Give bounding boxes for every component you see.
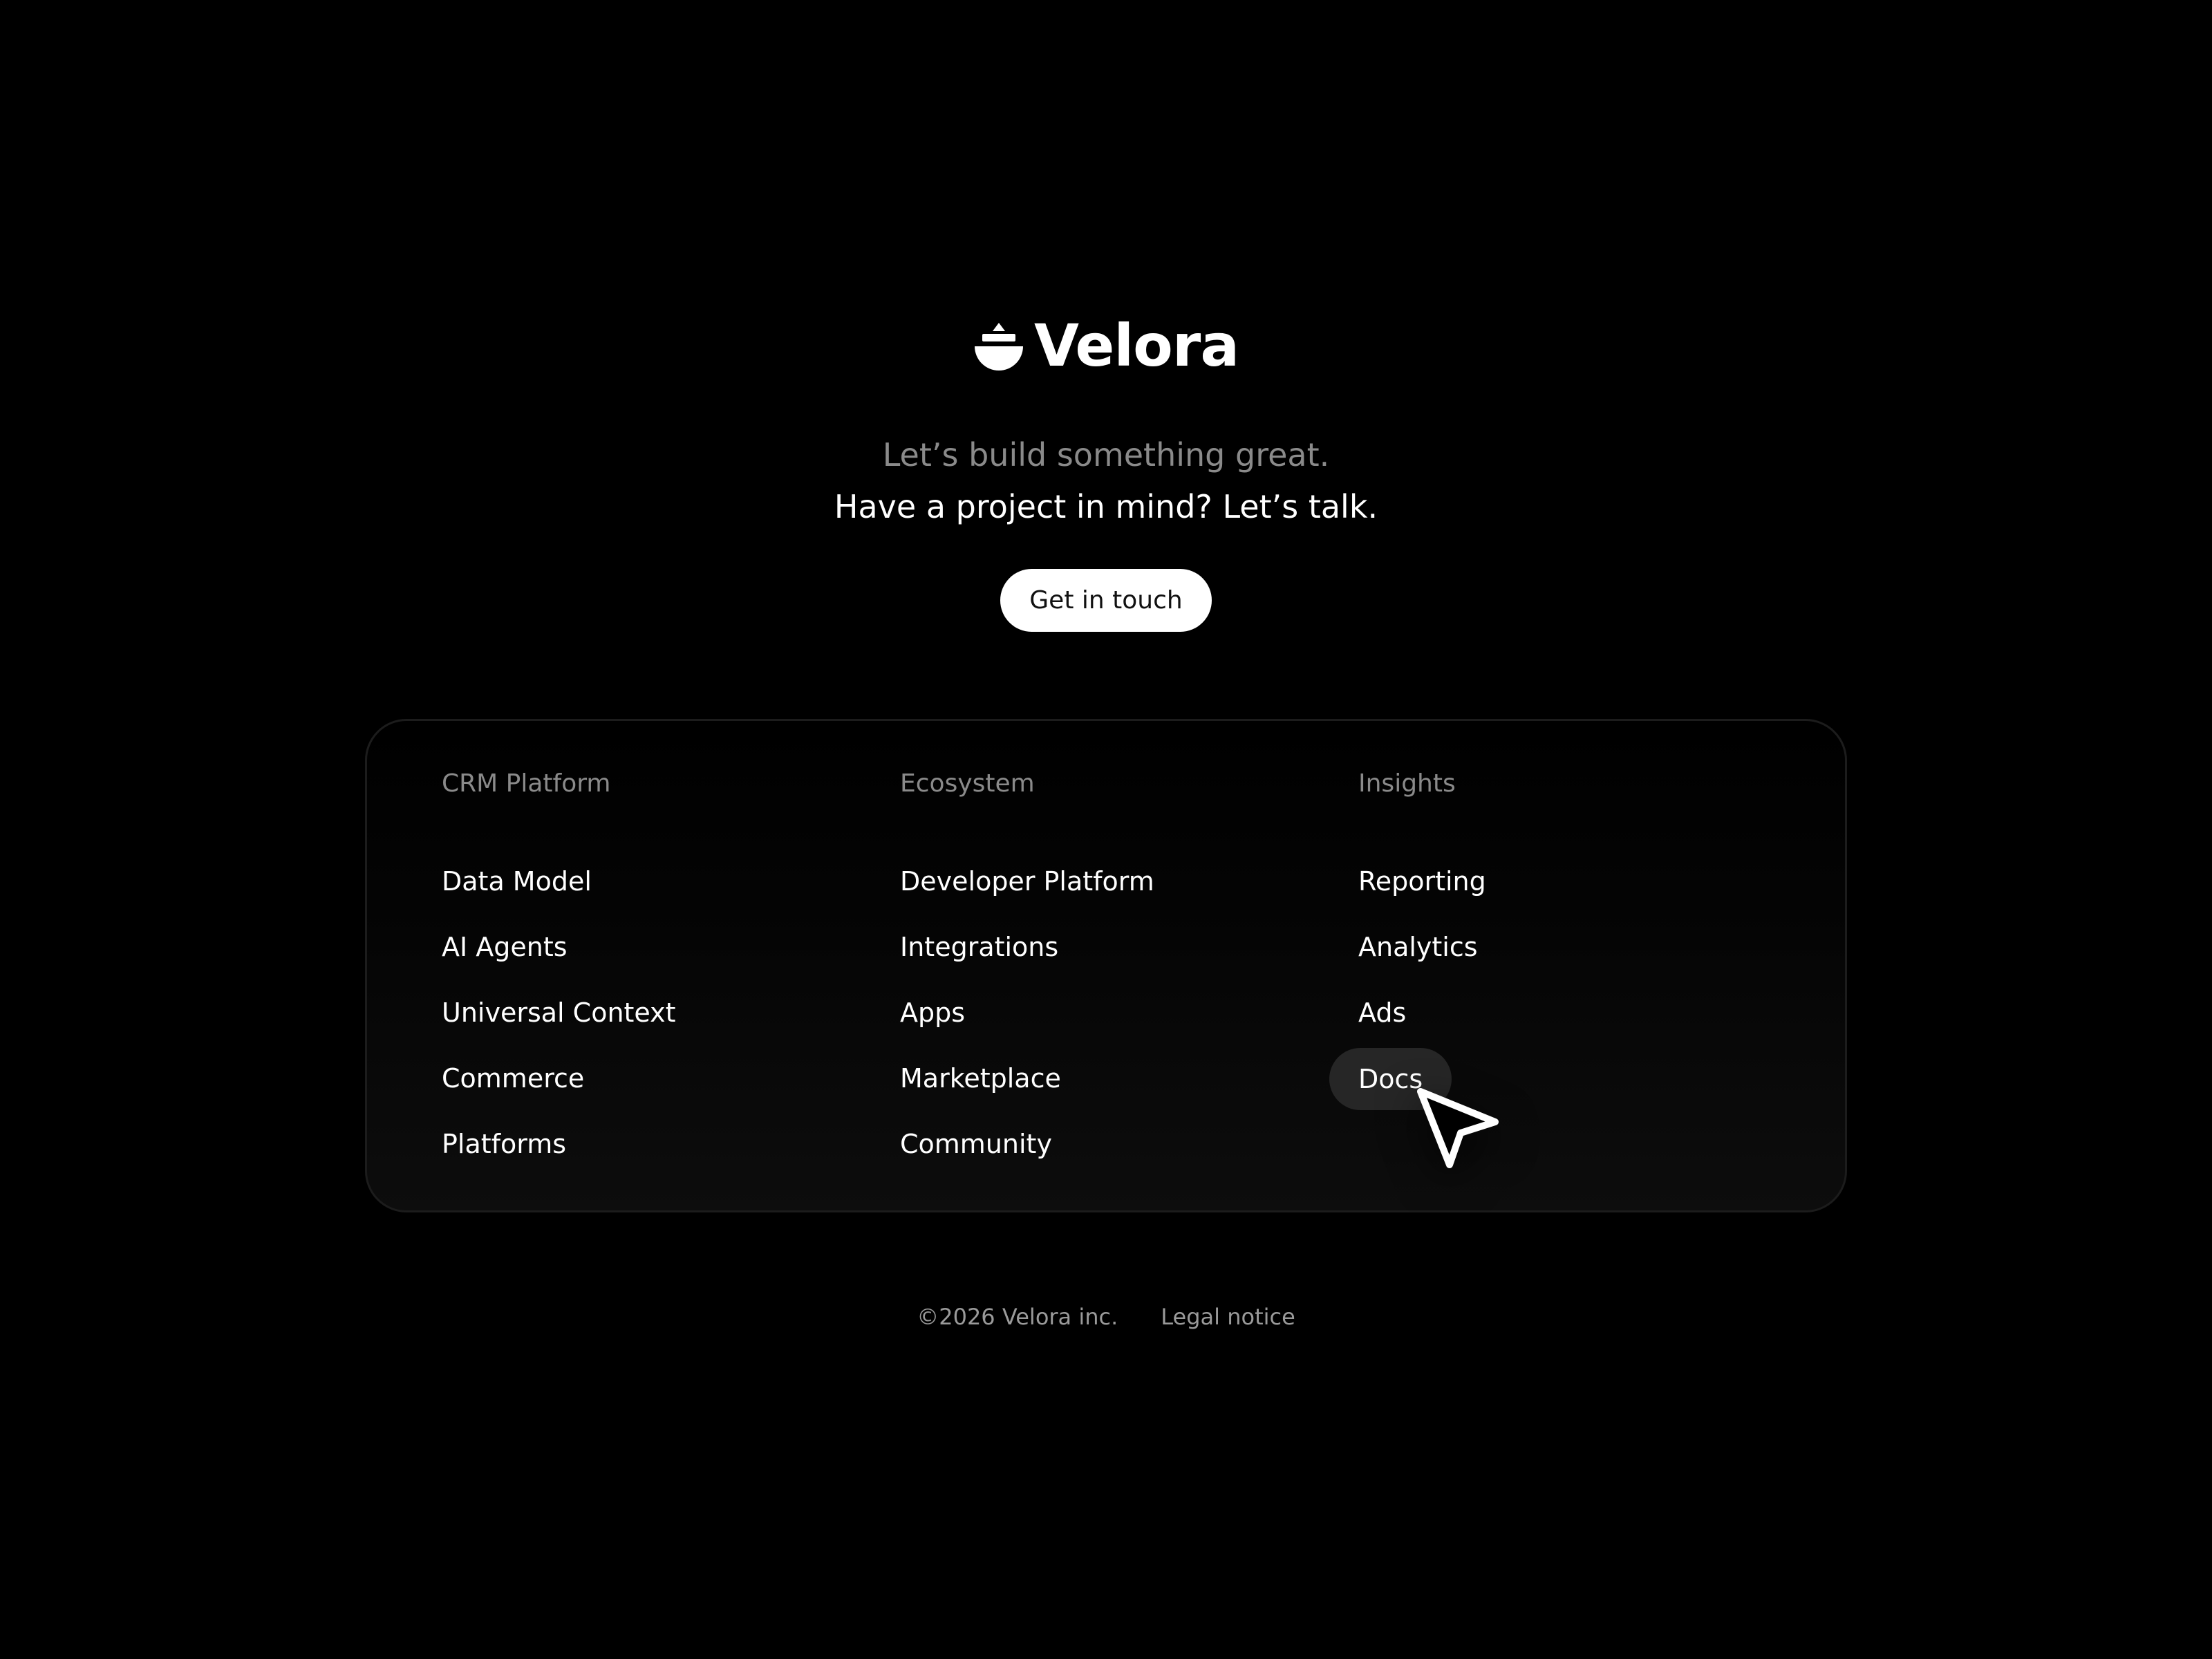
column-heading: CRM Platform: [442, 769, 611, 798]
velora-logo-icon: [975, 323, 1023, 371]
list-item: Reporting: [1358, 861, 1773, 926]
link-list: Developer Platform Integrations Apps Mar…: [900, 861, 1315, 1189]
link-integrations[interactable]: Integrations: [900, 926, 1058, 968]
link-marketplace[interactable]: Marketplace: [900, 1058, 1061, 1099]
link-apps[interactable]: Apps: [900, 992, 965, 1033]
cta-wrapper: Get in touch: [0, 569, 2212, 632]
brand[interactable]: Velora: [0, 308, 2212, 384]
column-heading: Ecosystem: [900, 769, 1035, 798]
list-item: Universal Context: [442, 992, 856, 1058]
headline: Have a project in mind? Let’s talk.: [834, 488, 1378, 525]
nav-column-insights: Insights Reporting Analytics Ads Docs: [1329, 767, 1773, 1123]
link-list: Data Model AI Agents Universal Context C…: [442, 861, 856, 1189]
link-analytics[interactable]: Analytics: [1358, 926, 1478, 968]
list-item: Data Model: [442, 861, 856, 926]
link-commerce[interactable]: Commerce: [442, 1058, 584, 1099]
link-community[interactable]: Community: [900, 1123, 1052, 1165]
link-platforms[interactable]: Platforms: [442, 1123, 566, 1165]
site-footer: ©2026 Velora inc. Legal notice: [0, 1300, 2212, 1334]
list-item: Commerce: [442, 1058, 856, 1123]
list-item: Analytics: [1358, 926, 1773, 992]
tagline: Let’s build something great.: [882, 436, 1330, 474]
mouse-cursor-icon: [1417, 1088, 1499, 1168]
link-data-model[interactable]: Data Model: [442, 861, 592, 902]
link-ai-agents[interactable]: AI Agents: [442, 926, 568, 968]
list-item: Marketplace: [900, 1058, 1315, 1123]
list-item: Developer Platform: [900, 861, 1315, 926]
list-item: Community: [900, 1123, 1315, 1189]
link-ads[interactable]: Ads: [1358, 992, 1406, 1033]
brand-name: Velora: [1034, 312, 1239, 379]
link-developer-platform[interactable]: Developer Platform: [900, 861, 1154, 902]
footer-links-panel: CRM Platform Data Model AI Agents Univer…: [365, 719, 1847, 1212]
get-in-touch-button[interactable]: Get in touch: [1000, 569, 1212, 632]
column-heading: Insights: [1358, 769, 1456, 798]
nav-column-crm-platform: CRM Platform Data Model AI Agents Univer…: [442, 767, 856, 1189]
list-item: Integrations: [900, 926, 1315, 992]
legal-notice-link[interactable]: Legal notice: [1161, 1300, 1295, 1334]
list-item: Apps: [900, 992, 1315, 1058]
list-item: AI Agents: [442, 926, 856, 992]
link-universal-context[interactable]: Universal Context: [442, 992, 676, 1033]
list-item: Platforms: [442, 1123, 856, 1189]
link-reporting[interactable]: Reporting: [1358, 861, 1486, 902]
nav-column-ecosystem: Ecosystem Developer Platform Integration…: [900, 767, 1315, 1189]
copyright-text: ©2026 Velora inc.: [917, 1304, 1118, 1330]
